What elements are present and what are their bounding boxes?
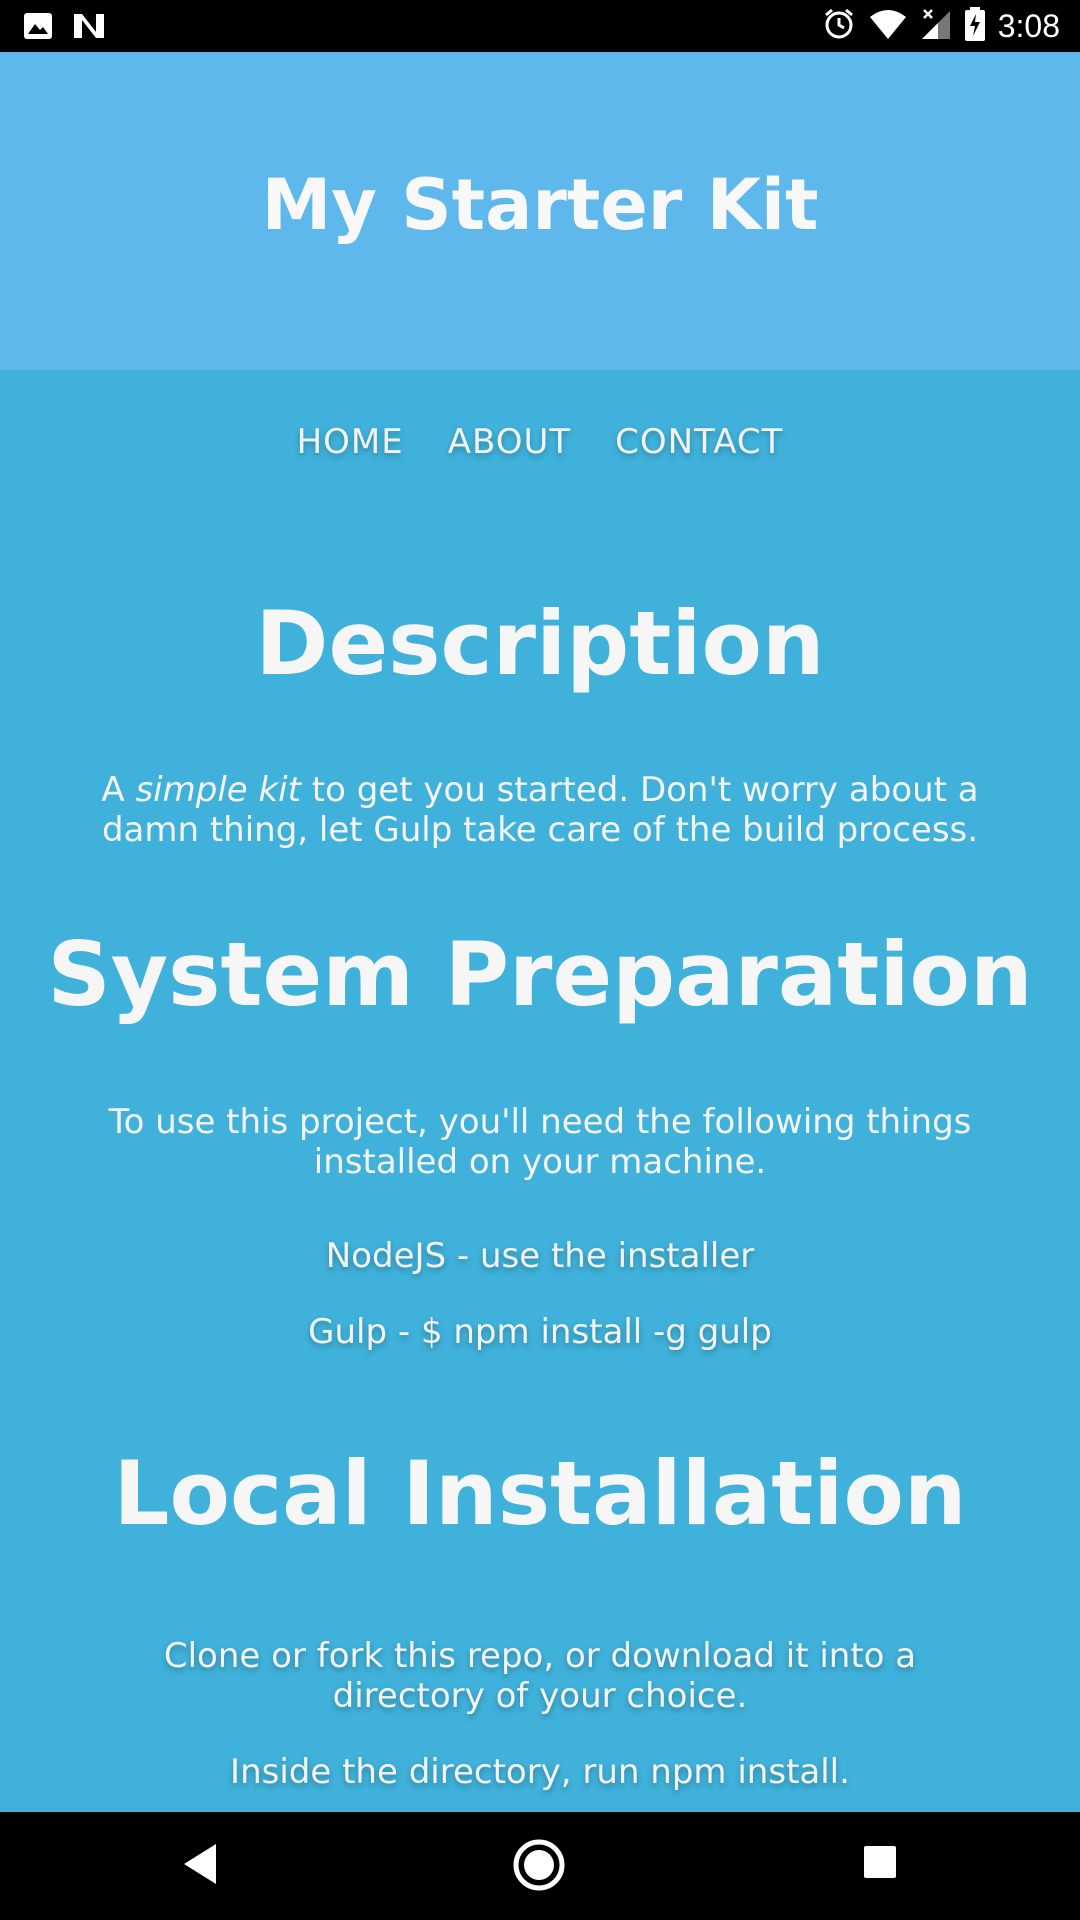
- recents-square-icon[interactable]: [862, 1844, 898, 1884]
- system-preparation-text: To use this project, you'll need the fol…: [108, 1102, 972, 1182]
- n-logo-icon: [72, 10, 106, 46]
- nav-contact-link[interactable]: CONTACT: [615, 422, 783, 462]
- main-nav: HOME ABOUT CONTACT: [0, 422, 1080, 462]
- description-text-emphasis: simple kit: [135, 770, 301, 810]
- nav-home-link[interactable]: HOME: [297, 422, 404, 462]
- requirement-gulp: Gulp - $ npm install -g gulp: [308, 1312, 772, 1352]
- signal-icon: [920, 7, 952, 45]
- local-installation-heading: Local Installation: [113, 1442, 967, 1545]
- status-bar: 3:08: [0, 0, 1080, 52]
- image-icon: [22, 10, 54, 46]
- nav-about-link[interactable]: ABOUT: [448, 422, 571, 462]
- description-text: A simple kit to get you started. Don't w…: [70, 770, 1010, 850]
- system-navigation-bar: [0, 1812, 1080, 1920]
- battery-charging-icon: [964, 6, 986, 46]
- site-title: My Starter Kit: [261, 164, 819, 246]
- system-preparation-heading: System Preparation: [47, 923, 1033, 1026]
- site-header: My Starter Kit: [0, 52, 1080, 370]
- local-installation-text-2: Inside the directory, run npm install.: [230, 1752, 850, 1792]
- wifi-icon: [868, 7, 908, 45]
- requirement-nodejs: NodeJS - use the installer: [325, 1236, 755, 1276]
- description-text-a: A: [101, 770, 136, 810]
- local-installation-text-1: Clone or fork this repo, or download it …: [163, 1636, 917, 1716]
- clock-time: 3:08: [997, 8, 1060, 44]
- home-circle-icon[interactable]: [512, 1838, 566, 1896]
- back-icon[interactable]: [180, 1842, 220, 1890]
- main-content: HOME ABOUT CONTACT Description A simple …: [0, 370, 1080, 1812]
- alarm-icon: [822, 7, 856, 45]
- description-heading: Description: [255, 592, 825, 695]
